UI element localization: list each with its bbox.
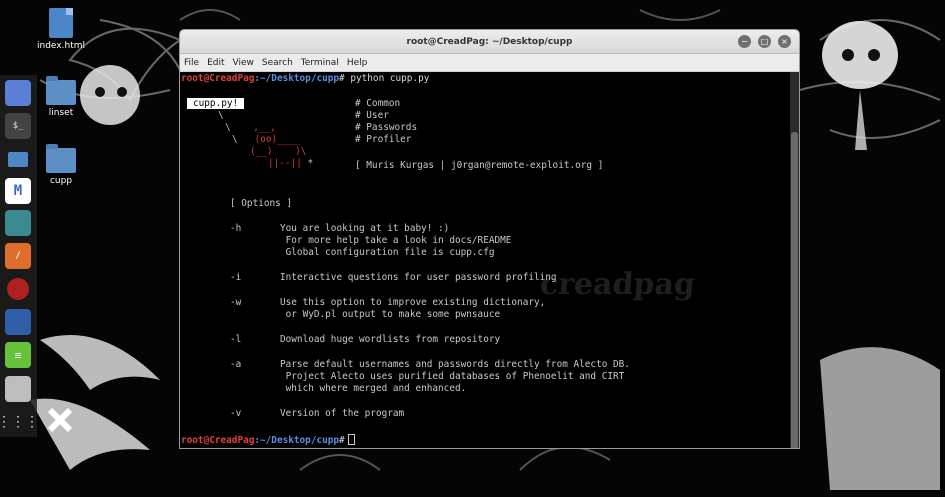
options-header: [ Options ] bbox=[230, 198, 293, 209]
window-controls: − □ × bbox=[738, 35, 791, 48]
prompt-user: root@CreadPag bbox=[181, 435, 255, 446]
banner-line: # Profiler bbox=[355, 134, 412, 145]
option-desc: Parse default usernames and passwords di… bbox=[280, 359, 630, 370]
ascii-art-line: \ (oo)____ bbox=[232, 134, 300, 145]
web-file-icon bbox=[49, 8, 73, 38]
burpsuite-icon[interactable]: / bbox=[5, 243, 31, 269]
metasploit-icon[interactable]: M bbox=[5, 178, 31, 204]
menu-help[interactable]: Help bbox=[347, 58, 368, 68]
ascii-art-line: \ bbox=[218, 110, 224, 121]
apps-grid-icon[interactable]: ⋮⋮⋮ bbox=[0, 409, 39, 435]
banner-line: # Common bbox=[355, 98, 401, 109]
option-desc: Project Alecto uses purified databases o… bbox=[280, 371, 625, 382]
option-flag: -a bbox=[230, 359, 242, 370]
option-flag: -v bbox=[230, 408, 242, 419]
desktop-icon-label: index.html bbox=[37, 41, 85, 51]
option-desc: or WyD.pl output to make some pwnsauce bbox=[280, 309, 501, 320]
terminal-icon-glyph: $_ bbox=[12, 121, 24, 131]
prompt-symbol: # bbox=[339, 435, 345, 446]
command-line: root@CreadPag:~/Desktop/cupp# python cup… bbox=[181, 73, 429, 85]
terminal-icon[interactable]: $_ bbox=[5, 113, 31, 139]
beef-icon[interactable] bbox=[5, 309, 31, 335]
folder-icon bbox=[46, 144, 76, 173]
menu-terminal[interactable]: Terminal bbox=[301, 58, 339, 68]
terminal-output[interactable]: creadpag root@CreadPag:~/Desktop/cupp# p… bbox=[180, 72, 791, 448]
cherrytree-icon[interactable] bbox=[5, 376, 31, 402]
command-text: python cupp.py bbox=[344, 73, 430, 84]
faraday-icon[interactable] bbox=[5, 276, 31, 302]
prompt-line[interactable]: root@CreadPag:~/Desktop/cupp# bbox=[181, 434, 355, 447]
menu-search[interactable]: Search bbox=[262, 58, 293, 68]
option-desc: Use this option to improve existing dict… bbox=[280, 297, 546, 308]
banner-badge: cupp.py! bbox=[187, 98, 245, 109]
ascii-art-line: \ ,__, bbox=[225, 122, 276, 133]
option-flag: -i bbox=[230, 272, 242, 283]
option-desc: Version of the program bbox=[280, 408, 405, 419]
window-titlebar[interactable]: root@CreadPag: ~/Desktop/cupp − □ × bbox=[180, 30, 799, 54]
minimize-icon[interactable]: − bbox=[738, 35, 751, 48]
desktop-icon-index-html[interactable]: index.html bbox=[26, 8, 96, 51]
armitage-icon[interactable] bbox=[5, 210, 31, 236]
menu-view[interactable]: View bbox=[233, 58, 254, 68]
leafpad-icon[interactable]: ≡ bbox=[5, 342, 31, 368]
option-flag: -h bbox=[230, 223, 242, 234]
option-flag: -l bbox=[230, 334, 242, 345]
menu-edit[interactable]: Edit bbox=[207, 58, 224, 68]
menu-file[interactable]: File bbox=[184, 58, 199, 68]
dock: $_ M / ≡ ⋮⋮⋮ bbox=[0, 75, 39, 437]
ascii-art-line: ||--|| * bbox=[268, 158, 314, 169]
option-desc: which where merged and enhanced. bbox=[280, 383, 467, 394]
prompt-path: :~/Desktop/cupp bbox=[254, 435, 340, 446]
option-desc: Global configuration file is cupp.cfg bbox=[280, 247, 495, 258]
scrollbar[interactable] bbox=[790, 72, 799, 448]
option-desc: You are looking at it baby! :) bbox=[280, 223, 450, 234]
ascii-art-line: (__) )\ bbox=[250, 146, 307, 157]
close-icon[interactable]: × bbox=[778, 35, 791, 48]
files-icon[interactable] bbox=[5, 146, 31, 172]
option-desc: Download huge wordlists from repository bbox=[280, 334, 501, 345]
banner-line: # Passwords bbox=[355, 122, 418, 133]
terminal-window: root@CreadPag: ~/Desktop/cupp − □ × File… bbox=[179, 29, 800, 449]
text-cursor bbox=[347, 434, 355, 445]
credit-line: [ Muris Kurgas | j0rgan@remote-exploit.o… bbox=[355, 160, 604, 171]
window-title: root@CreadPag: ~/Desktop/cupp bbox=[406, 36, 573, 47]
prompt-path: :~/Desktop/cupp bbox=[254, 73, 340, 84]
option-flag: -w bbox=[230, 297, 242, 308]
maximize-icon[interactable]: □ bbox=[758, 35, 771, 48]
browser-icon[interactable] bbox=[5, 80, 31, 106]
option-desc: Interactive questions for user password … bbox=[280, 272, 557, 283]
scrollbar-thumb[interactable] bbox=[791, 132, 798, 448]
menu-bar: File Edit View Search Terminal Help bbox=[180, 54, 799, 72]
option-desc: For more help take a look in docs/README bbox=[280, 235, 512, 246]
folder-icon bbox=[46, 76, 76, 105]
banner-badge-line: cupp.py! bbox=[187, 98, 245, 110]
watermark: creadpag bbox=[538, 267, 697, 302]
banner-line: # User bbox=[355, 110, 389, 121]
prompt-user: root@CreadPag bbox=[181, 73, 255, 84]
